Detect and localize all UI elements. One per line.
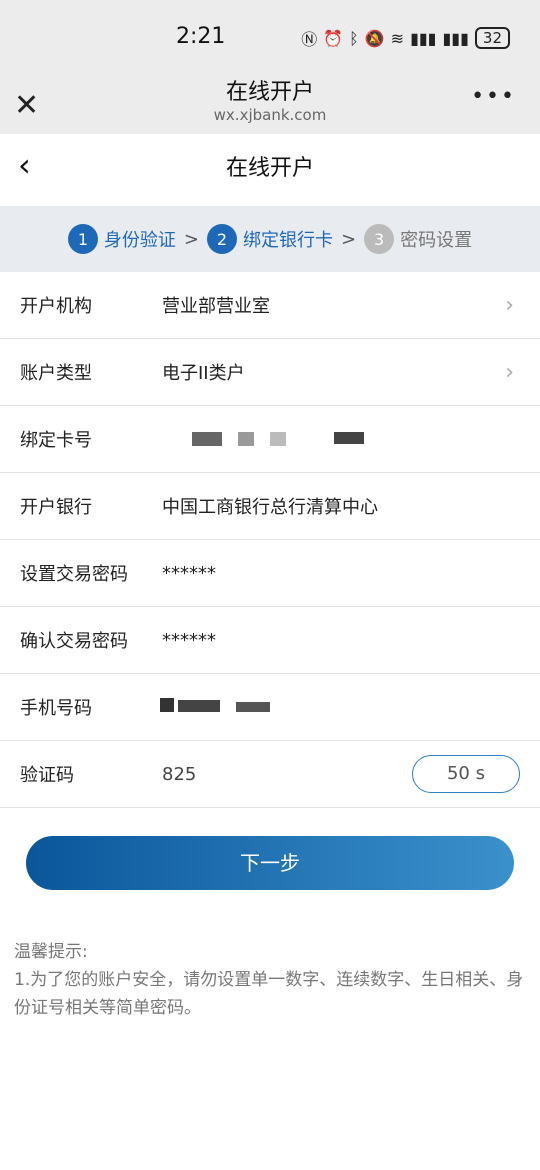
bluetooth-icon: ᛒ [349, 28, 359, 48]
account-type-label: 账户类型 [20, 363, 92, 384]
resend-code-button[interactable]: 50 s [412, 755, 520, 793]
next-button[interactable]: 下一步 [26, 836, 514, 890]
status-bar: 2:21 Ⓝ ⏰ ᛒ 🔕 ≋ ▮▮▮ ▮▮▮ 32 [0, 0, 540, 78]
step-1-number: 1 [67, 224, 98, 254]
status-icons: Ⓝ ⏰ ᛒ 🔕 ≋ ▮▮▮ ▮▮▮ 32 [301, 26, 510, 50]
step-3: 3 密码设置 [364, 224, 472, 254]
wifi-icon: ≋ [390, 28, 405, 48]
phone-row: 手机号码 [0, 674, 540, 741]
bank-row: 开户银行 中国工商银行总行清算中心 [0, 473, 540, 540]
card-number-row: 绑定卡号 [0, 406, 540, 473]
browser-url: wx.xjbank.com [213, 106, 327, 124]
bank-value: 中国工商银行总行清算中心 [162, 497, 378, 518]
institution-label: 开户机构 [20, 296, 92, 317]
phone-label: 手机号码 [20, 698, 92, 719]
browser-titlebar: ✕ 在线开户 wx.xjbank.com ••• [0, 78, 540, 134]
page-header: ‹ 在线开户 [0, 134, 540, 206]
tips-section: 温馨提示: 1.为了您的账户安全，请勿设置单一数字、连续数字、生日相关、身份证号… [14, 938, 524, 1022]
card-number-label: 绑定卡号 [20, 430, 92, 451]
confirm-password-label: 确认交易密码 [20, 631, 128, 652]
step-separator: > [183, 228, 199, 250]
bank-label: 开户银行 [20, 497, 92, 518]
institution-value: 营业部营业室 [162, 296, 270, 317]
trade-password-row[interactable]: 设置交易密码 ****** [0, 540, 540, 607]
status-time: 2:21 [176, 24, 226, 49]
institution-row[interactable]: 开户机构 营业部营业室 › [0, 272, 540, 339]
more-icon[interactable]: ••• [471, 84, 516, 109]
confirm-password-row[interactable]: 确认交易密码 ****** [0, 607, 540, 674]
mute-icon: 🔕 [364, 28, 385, 48]
signal-icon: ▮▮▮ [410, 28, 437, 48]
tips-title: 温馨提示: [14, 942, 88, 962]
step-2: 2 绑定银行卡 [207, 224, 333, 254]
chevron-right-icon: › [505, 292, 514, 318]
battery-icon: 32 [474, 27, 510, 49]
alarm-icon: ⏰ [323, 28, 344, 48]
step-1-label: 身份验证 [103, 230, 176, 251]
verification-code-row[interactable]: 验证码 825 50 s [0, 741, 540, 808]
nfc-icon: Ⓝ [301, 30, 318, 49]
verification-code-label: 验证码 [20, 765, 74, 786]
tips-text: 1.为了您的账户安全，请勿设置单一数字、连续数字、生日相关、身份证号相关等简单密… [14, 970, 524, 1018]
account-type-row[interactable]: 账户类型 电子II类户 › [0, 339, 540, 406]
page-title: 在线开户 [225, 156, 314, 181]
step-1: 1 身份验证 [67, 224, 176, 254]
signal-icon-2: ▮▮▮ [442, 28, 469, 48]
account-type-value: 电子II类户 [162, 363, 245, 384]
step-separator: > [341, 228, 357, 250]
trade-password-field[interactable]: ****** [162, 563, 216, 584]
chevron-right-icon: › [505, 359, 514, 385]
browser-title: 在线开户 [225, 80, 314, 105]
step-3-number: 3 [364, 224, 395, 254]
step-3-label: 密码设置 [400, 230, 473, 251]
confirm-password-field[interactable]: ****** [162, 630, 216, 651]
step-indicator: 1 身份验证 > 2 绑定银行卡 > 3 密码设置 [0, 206, 540, 272]
verification-code-input[interactable]: 825 [162, 764, 196, 785]
step-2-label: 绑定银行卡 [243, 230, 333, 251]
step-2-number: 2 [207, 224, 237, 254]
trade-password-label: 设置交易密码 [20, 564, 128, 585]
